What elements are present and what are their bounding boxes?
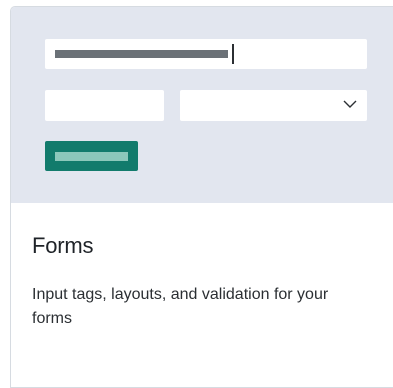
card-title: Forms <box>32 233 94 258</box>
forms-preview-illustration <box>11 7 393 203</box>
mock-input-text-placeholder-bar <box>55 50 228 58</box>
chevron-down-icon <box>343 100 357 108</box>
mock-text-input <box>45 39 367 69</box>
mock-small-input <box>45 90 164 121</box>
mock-button-label-bar <box>55 152 128 161</box>
forms-card[interactable]: Forms Input tags, layouts, and validatio… <box>10 6 393 388</box>
text-caret <box>232 44 234 64</box>
card-description: Input tags, layouts, and validation for … <box>32 286 329 327</box>
mock-select <box>180 90 367 121</box>
mock-submit-button <box>45 141 138 171</box>
